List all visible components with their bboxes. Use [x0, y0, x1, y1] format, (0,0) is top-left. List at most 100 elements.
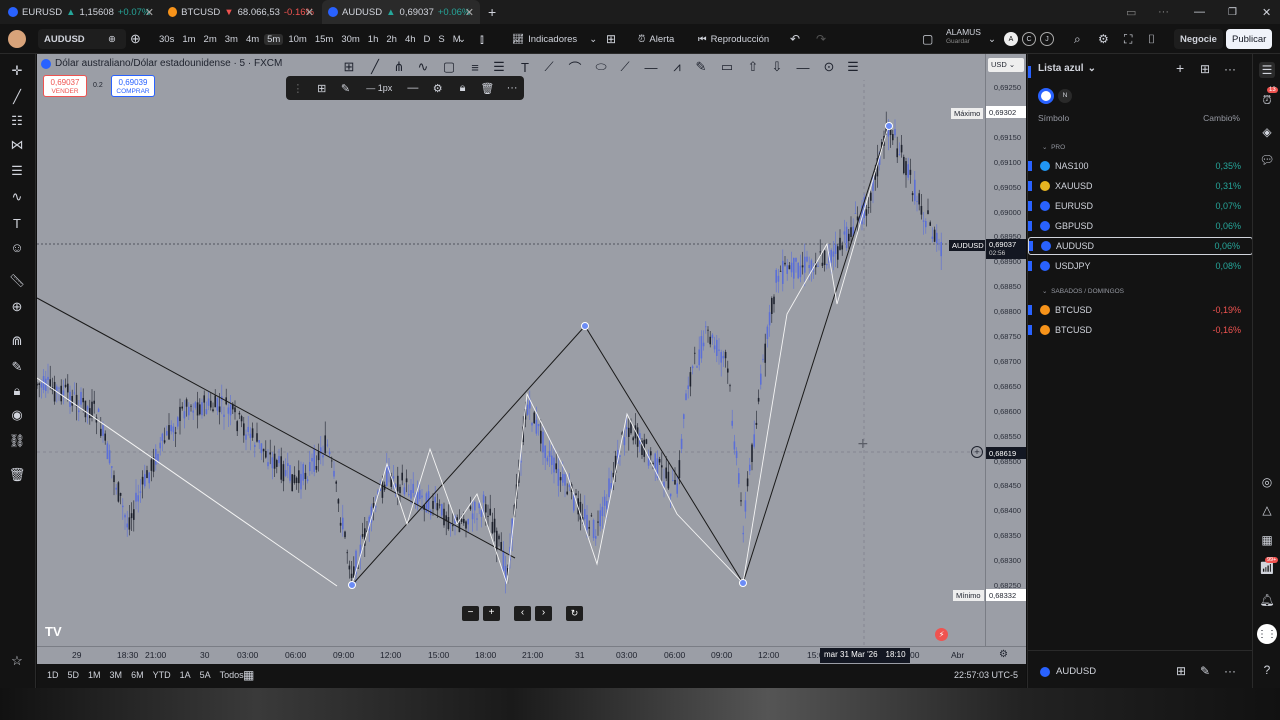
ray-icon[interactable]: ⟋: [536, 54, 562, 80]
pencil-icon[interactable]: ✎: [688, 54, 714, 80]
timeframe-15m[interactable]: 15m: [312, 34, 336, 45]
range-ytd[interactable]: YTD: [153, 670, 171, 680]
more-icon[interactable]: ···: [1224, 664, 1236, 678]
column-change[interactable]: Cambio%: [1203, 113, 1240, 123]
buy-button[interactable]: 0,69039 COMPRAR: [111, 75, 155, 97]
sell-button[interactable]: 0,69037 VENDER: [43, 75, 87, 97]
price-axis[interactable]: USD ⌄ 0,692500,692000,691500,691000,6905…: [985, 54, 1026, 646]
watchlist-row[interactable]: BTCUSD -0,16%: [1028, 321, 1253, 339]
fullscreen-icon[interactable]: ⛶: [1124, 29, 1132, 49]
chevron-down-icon[interactable]: ⌄: [988, 29, 996, 49]
filter-flag-icon[interactable]: [1038, 88, 1054, 104]
watchlist-row[interactable]: BTCUSD -0,19%: [1028, 301, 1253, 319]
link-icon[interactable]: ⛓︎: [8, 432, 26, 450]
bell-icon[interactable]: 🔔︎: [1259, 592, 1275, 608]
color-pencil-icon[interactable]: ✎: [334, 82, 358, 95]
alerts-clock-icon[interactable]: ⏰︎: [1259, 92, 1275, 108]
add-symbol-icon[interactable]: ⊕: [130, 29, 141, 49]
curve-icon[interactable]: ⌒: [562, 54, 588, 80]
emoji-icon[interactable]: ☺︎: [8, 238, 26, 256]
parallel-channel-icon[interactable]: ☰: [840, 54, 866, 80]
layout-name[interactable]: ALAMUS Guardar: [946, 28, 981, 48]
candle-type-icon[interactable]: ⫾: [480, 29, 484, 49]
timeframe-4h[interactable]: 4h: [402, 34, 419, 45]
reset-chart-icon[interactable]: ↻: [566, 606, 583, 621]
new-tab-icon[interactable]: +: [482, 0, 498, 24]
n-icon[interactable]: N: [1058, 89, 1072, 103]
edit-icon[interactable]: ✎: [1200, 664, 1210, 678]
crosshair-icon[interactable]: ✛: [8, 62, 26, 80]
watchlist-row[interactable]: GBPUSD 0,06%: [1028, 217, 1253, 235]
compare-icon[interactable]: ⊕: [108, 29, 116, 49]
publish-button[interactable]: Publicar: [1226, 29, 1273, 49]
c-icon[interactable]: C: [1022, 32, 1036, 46]
brush-tool-icon[interactable]: ⟋: [612, 54, 638, 80]
close-tab-icon[interactable]: ✕: [305, 6, 314, 19]
maximize-icon[interactable]: ❐: [1222, 0, 1243, 24]
measure-icon[interactable]: ⊙: [816, 54, 842, 80]
axis-settings-icon[interactable]: ⚙︎: [999, 649, 1008, 660]
redo-icon[interactable]: ↷: [816, 29, 826, 49]
a-icon[interactable]: A: [1004, 32, 1018, 46]
range-6m[interactable]: 6M: [131, 670, 144, 680]
range-1d[interactable]: 1D: [47, 670, 59, 680]
range-todos[interactable]: Todos: [220, 670, 244, 680]
eye-icon[interactable]: ◉: [8, 406, 26, 424]
footer-symbol[interactable]: AUDUSD: [1040, 666, 1096, 677]
chart-canvas[interactable]: +: [37, 54, 985, 646]
browser-tab-audusd[interactable]: AUDUSD ▲ 0,69037 +0.06% ✕: [322, 0, 480, 24]
timeframe-1m[interactable]: 1m: [179, 34, 198, 45]
timeframe-d[interactable]: D: [421, 34, 434, 45]
undo-icon[interactable]: ↶: [790, 29, 800, 49]
scroll-right-icon[interactable]: ›: [535, 606, 552, 621]
trend-line-icon[interactable]: ╱: [8, 88, 26, 106]
replay-button[interactable]: ⏮︎ Reproducción: [698, 29, 769, 49]
star-icon[interactable]: ☆: [8, 652, 26, 670]
brush-icon[interactable]: ∿: [8, 188, 26, 206]
horizontal-ray-icon[interactable]: —: [790, 54, 816, 80]
horizontal-line-icon[interactable]: —: [638, 54, 664, 80]
trade-button[interactable]: Negocie: [1174, 29, 1223, 49]
more-menu-icon[interactable]: ···: [1224, 62, 1236, 76]
layout-icon[interactable]: ▢: [922, 29, 933, 49]
close-window-icon[interactable]: ✕: [1256, 0, 1277, 24]
range-5a[interactable]: 5A: [200, 670, 211, 680]
indicators-button[interactable]: 📈︎ Indicadores ⌄: [512, 29, 597, 49]
arrow-up-icon[interactable]: ⇧: [740, 54, 766, 80]
template-icon[interactable]: ⊞: [310, 82, 334, 95]
text-icon[interactable]: T: [8, 214, 26, 232]
more-icon[interactable]: ···: [1152, 0, 1175, 24]
camera-icon[interactable]: ⌷: [1148, 29, 1155, 49]
help-circle-icon[interactable]: ?: [1259, 662, 1275, 678]
range-5d[interactable]: 5D: [68, 670, 80, 680]
apps-grid-icon[interactable]: ⋮⋮: [1257, 624, 1277, 644]
lock-drawing-icon[interactable]: 🔒︎: [451, 82, 475, 95]
window-layout-icon[interactable]: ▭: [1120, 0, 1142, 24]
arrow-down-icon[interactable]: ⇩: [764, 54, 790, 80]
projection-icon[interactable]: ☰: [8, 162, 26, 180]
fib-icon[interactable]: ☷: [8, 112, 26, 130]
callout-icon[interactable]: ▭: [714, 54, 740, 80]
clock-label[interactable]: 22:57:03 UTC-5: [954, 670, 1018, 680]
watchlist-row[interactable]: AUDUSD 0,06%: [1028, 237, 1253, 255]
settings-icon[interactable]: ⚙︎: [1098, 29, 1109, 49]
lightning-icon[interactable]: ⚡︎: [935, 628, 948, 641]
calendar-icon[interactable]: ▦: [243, 668, 254, 682]
scroll-left-icon[interactable]: ‹: [514, 606, 531, 621]
settings-cog-icon[interactable]: ⚙︎: [425, 82, 451, 95]
alert-button[interactable]: ⏰︎ Alerta: [638, 29, 674, 49]
watchlist-row[interactable]: EURUSD 0,07%: [1028, 197, 1253, 215]
timeframe-s[interactable]: S: [435, 34, 447, 45]
advanced-view-icon[interactable]: ⊞: [1200, 62, 1210, 76]
layers-icon[interactable]: ◈: [1259, 124, 1275, 140]
ellipse-icon[interactable]: ⬭: [588, 54, 614, 80]
zoom-icon[interactable]: ⊕: [8, 298, 26, 316]
triangle-icon[interactable]: △: [1259, 502, 1275, 518]
timeframe-2m[interactable]: 2m: [201, 34, 220, 45]
j-icon[interactable]: J: [1040, 32, 1054, 46]
watchlist-row[interactable]: XAUUSD 0,31%: [1028, 177, 1253, 195]
watchlist-title[interactable]: Lista azul ⌄: [1038, 63, 1096, 74]
avatar[interactable]: [8, 30, 26, 48]
timeframe-10m[interactable]: 10m: [285, 34, 309, 45]
add-symbol-plus-icon[interactable]: +: [1176, 60, 1184, 76]
